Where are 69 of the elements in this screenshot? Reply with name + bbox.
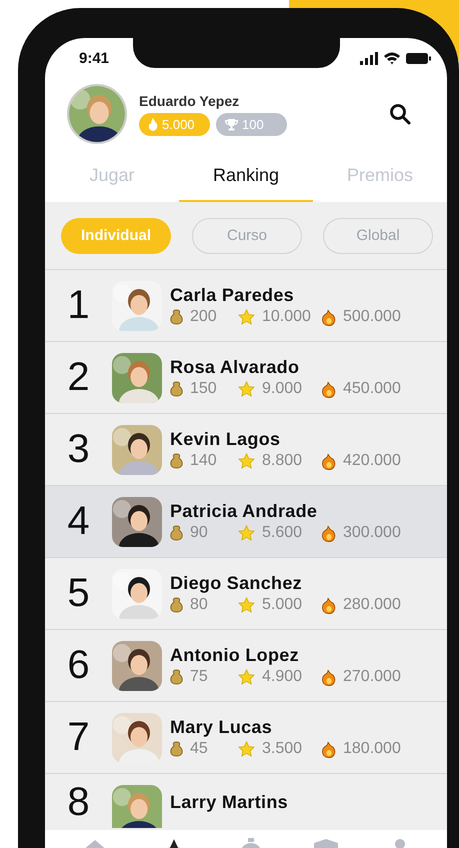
player-name: Kevin Lagos — [170, 429, 282, 450]
fire-icon — [321, 380, 336, 398]
rank-number: 5 — [66, 571, 91, 616]
signal-icon — [360, 52, 378, 64]
battery-icon — [406, 52, 431, 64]
bag-icon — [170, 309, 183, 325]
fire-icon — [321, 740, 336, 758]
fire-icon — [321, 668, 336, 686]
bag-icon — [170, 453, 183, 469]
star-icon — [238, 669, 255, 685]
wifi-icon — [384, 52, 400, 64]
stat-value: 180.000 — [343, 740, 401, 758]
ranking-row[interactable]: 4 Patricia Andrade 90 5.600 300.000 — [45, 486, 447, 558]
stat-value: 280.000 — [343, 596, 401, 614]
stat-value: 3.500 — [262, 740, 302, 758]
player-name: Mary Lucas — [170, 717, 274, 738]
trophy-badge: 100 — [216, 112, 287, 136]
star-icon — [238, 309, 255, 325]
player-name: Carla Paredes — [170, 285, 295, 306]
fire-icon — [321, 596, 336, 614]
rank-number: 7 — [66, 715, 91, 760]
flame-icon — [148, 118, 158, 130]
stat-value: 75 — [190, 668, 208, 686]
player-name: Rosa Alvarado — [170, 357, 300, 378]
rank-number: 6 — [66, 643, 91, 688]
rank-number: 8 — [66, 780, 91, 824]
stat-value: 9.000 — [262, 380, 302, 398]
stat-value: 4.900 — [262, 668, 302, 686]
stat-value: 270.000 — [343, 668, 401, 686]
player-name: Antonio Lopez — [170, 645, 300, 666]
player-name: Larry Martins — [170, 792, 288, 812]
stat-value: 420.000 — [343, 452, 401, 470]
stat-value: 10.000 — [262, 308, 311, 326]
bag-icon — [170, 597, 183, 613]
stat-value: 200 — [190, 308, 217, 326]
rank-number: 2 — [66, 355, 91, 400]
stat-value: 450.000 — [343, 380, 401, 398]
rank-number: 4 — [66, 499, 91, 544]
stat-value: 5.000 — [262, 596, 302, 614]
stat-value: 5.600 — [262, 524, 302, 542]
trophy-icon — [225, 118, 238, 130]
stat-value: 500.000 — [343, 308, 401, 326]
bag-icon — [170, 669, 183, 685]
star-icon — [238, 525, 255, 541]
bag-icon — [170, 741, 183, 757]
star-icon — [238, 741, 255, 757]
stat-value: 8.800 — [262, 452, 302, 470]
star-icon — [238, 597, 255, 613]
stat-value: 140 — [190, 452, 217, 470]
star-icon — [238, 381, 255, 397]
stat-value: 45 — [190, 740, 208, 758]
stat-value: 90 — [190, 524, 208, 542]
star-icon — [238, 453, 255, 469]
bag-icon — [170, 525, 183, 541]
rank-number: 3 — [66, 427, 91, 472]
points-badge: 5.000 — [139, 112, 210, 136]
stat-value: 300.000 — [343, 524, 401, 542]
stat-value: 80 — [190, 596, 208, 614]
fire-icon — [321, 308, 336, 326]
player-name: Diego Sanchez — [170, 573, 303, 594]
player-name: Patricia Andrade — [170, 501, 318, 522]
user-name: Eduardo Yepez — [139, 92, 240, 108]
rank-number: 1 — [66, 283, 91, 328]
fire-icon — [321, 452, 336, 470]
search-icon[interactable] — [389, 103, 411, 125]
fire-icon — [321, 524, 336, 542]
status-time: 9:41 — [79, 50, 110, 66]
stat-value: 150 — [190, 380, 217, 398]
bag-icon — [170, 381, 183, 397]
